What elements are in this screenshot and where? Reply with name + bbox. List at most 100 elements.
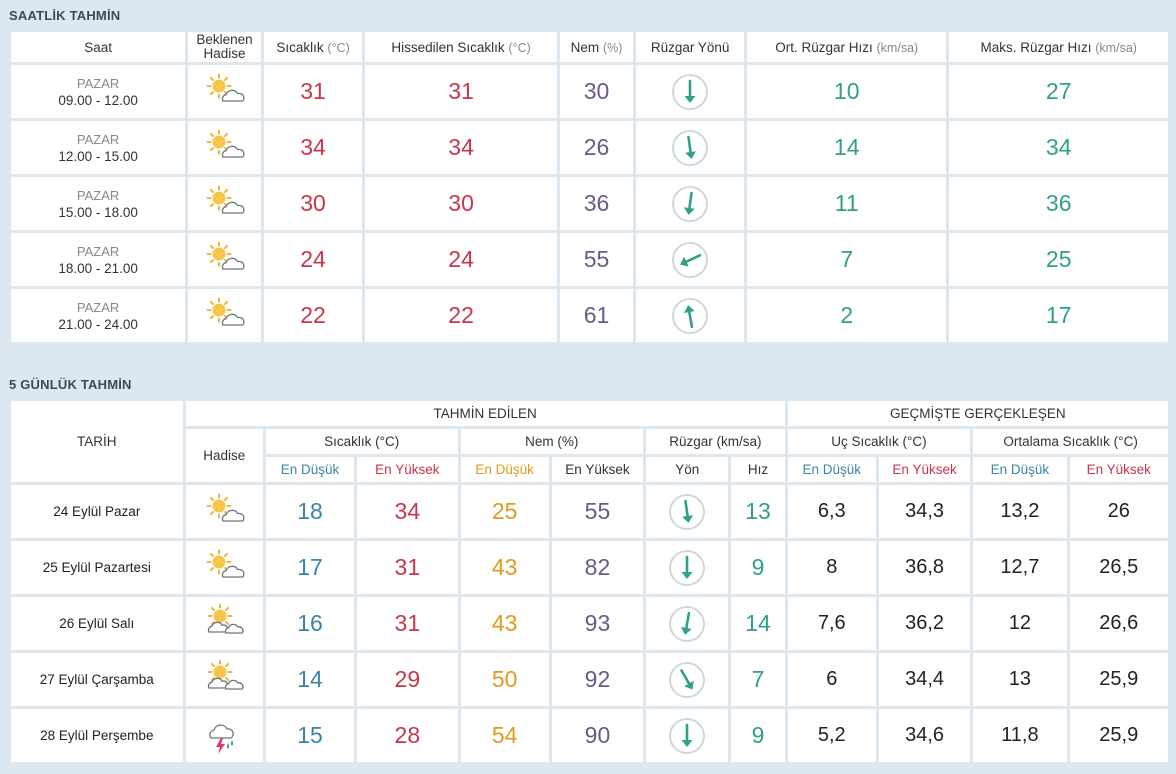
header-wind-speed: Hız [731, 457, 785, 482]
header-temp-unit: (°C) [327, 40, 350, 55]
wind-max-value: 34 [949, 121, 1168, 174]
temp-high-value: 29 [357, 653, 458, 706]
temp-high-value: 31 [357, 541, 458, 594]
period-time: 12.00 - 15.00 [58, 148, 138, 164]
period-cell: PAZAR 12.00 - 15.00 [11, 121, 186, 174]
humidity-value: 30 [559, 65, 634, 118]
header-feels-label: Hissedilen Sıcaklık [391, 39, 505, 55]
wind-direction-arrow-icon [667, 604, 707, 644]
avg-high-value: 26,6 [1069, 597, 1168, 650]
period-day: PAZAR [76, 187, 120, 203]
header-forecast: TAHMİN EDİLEN [185, 401, 785, 426]
period-time: 09.00 - 12.00 [58, 92, 138, 108]
avg-low-value: 12 [973, 597, 1067, 650]
extreme-high-value: 34,4 [878, 653, 971, 706]
temp-high-value: 31 [357, 597, 458, 650]
header-temp-low: En Düşük [265, 457, 355, 482]
wind-dir-cell [636, 177, 745, 230]
header-date: TARİH [11, 401, 183, 482]
humidity-high-value: 92 [551, 653, 644, 706]
partly-cloudy-icon [203, 492, 245, 532]
event-cell [188, 233, 261, 286]
mostly-cloudy-icon [203, 659, 245, 700]
daily-header-row-3: En Düşük En Yüksek En Düşük En Yüksek Yö… [11, 457, 1168, 482]
header-humidity: Nem (%) [460, 429, 644, 454]
table-row: 25 Eylül Pazartesi 17 31 43 82 9 8 36,8 … [11, 541, 1168, 594]
temp-value: 24 [263, 233, 363, 286]
daily-forecast-table: TARİH TAHMİN EDİLEN GEÇMİŞTE GERÇEKLEŞEN… [8, 398, 1171, 765]
header-extreme-high: En Yüksek [878, 457, 971, 482]
wind-dir-cell [636, 233, 745, 286]
avg-low-value: 11,8 [973, 709, 1067, 762]
table-row: PAZAR 18.00 - 21.00 24 24 55 7 25 [11, 233, 1168, 286]
wind-speed-value: 7 [731, 653, 785, 706]
event-cell [185, 597, 263, 650]
header-feels: Hissedilen Sıcaklık (°C) [365, 32, 557, 62]
period-day: PAZAR [76, 75, 120, 91]
daily-header-row-2: Hadise Sıcaklık (°C) Nem (%) Rüzgar (km/… [11, 429, 1168, 482]
wind-direction-arrow-icon [670, 240, 710, 280]
wind-dir-cell [636, 65, 745, 118]
temp-value: 31 [263, 65, 363, 118]
table-row: 24 Eylül Pazar 18 34 25 55 13 6,3 34,3 1… [11, 485, 1168, 538]
header-extreme-low: En Düşük [787, 457, 876, 482]
wind-direction-arrow-icon [667, 660, 707, 700]
event-cell [185, 541, 263, 594]
header-wind-direction: Yön [646, 457, 729, 482]
header-wind-avg: Ort. Rüzgar Hızı (km/sa) [747, 32, 947, 62]
table-row: PAZAR 12.00 - 15.00 34 34 26 14 34 [11, 121, 1168, 174]
humidity-value: 55 [559, 233, 634, 286]
humidity-high-value: 82 [551, 541, 644, 594]
date-value: 24 Eylül Pazar [11, 485, 183, 538]
temp-value: 30 [263, 177, 363, 230]
humidity-low-value: 50 [460, 653, 549, 706]
humidity-low-value: 25 [460, 485, 549, 538]
wind-avg-value: 7 [747, 233, 947, 286]
table-row: PAZAR 15.00 - 18.00 30 30 36 11 36 [11, 177, 1168, 230]
extreme-high-value: 36,8 [878, 541, 971, 594]
extreme-low-value: 5,2 [787, 709, 876, 762]
wind-dir-cell [646, 709, 729, 762]
wind-avg-value: 14 [747, 121, 947, 174]
feels-value: 22 [365, 289, 557, 342]
wind-speed-value: 13 [731, 485, 785, 538]
header-humidity-unit: (%) [602, 40, 623, 55]
humidity-value: 26 [559, 121, 634, 174]
header-temp: Sıcaklık (°C) [265, 429, 458, 454]
wind-dir-cell [636, 289, 745, 342]
header-humidity: Nem (%) [559, 32, 634, 62]
header-wind-max-label: Maks. Rüzgar Hızı [980, 39, 1092, 55]
humidity-low-value: 43 [460, 597, 549, 650]
header-event: Hadise [185, 429, 263, 482]
event-cell [188, 121, 261, 174]
wind-direction-arrow-icon [670, 128, 710, 168]
feels-value: 30 [365, 177, 557, 230]
header-avg-temp: Ortalama Sıcaklık (°C) [973, 429, 1168, 454]
temp-low-value: 14 [265, 653, 355, 706]
extreme-high-value: 34,6 [878, 709, 971, 762]
wind-avg-value: 2 [747, 289, 947, 342]
date-value: 28 Eylül Perşembe [11, 709, 183, 762]
wind-max-value: 36 [949, 177, 1168, 230]
humidity-value: 36 [559, 177, 634, 230]
period-cell: PAZAR 15.00 - 18.00 [11, 177, 186, 230]
header-avg-high: En Yüksek [1069, 457, 1168, 482]
wind-speed-value: 9 [731, 541, 785, 594]
header-avg-low: En Düşük [973, 457, 1067, 482]
temp-low-value: 15 [265, 709, 355, 762]
hourly-header-row: Saat Beklenen Hadise Sıcaklık (°C) Hisse… [11, 32, 1168, 62]
partly-cloudy-icon [203, 296, 246, 336]
period-day: PAZAR [76, 131, 120, 147]
table-row: 26 Eylül Salı 16 31 43 93 14 7,6 36,2 12… [11, 597, 1168, 650]
header-wind-dir: Rüzgar Yönü [636, 32, 745, 62]
header-extreme-temp: Uç Sıcaklık (°C) [787, 429, 971, 454]
partly-cloudy-icon [203, 240, 246, 280]
header-observed: GEÇMİŞTE GERÇEKLEŞEN [787, 401, 1168, 426]
period-time: 15.00 - 18.00 [58, 204, 138, 220]
header-wind-avg-label: Ort. Rüzgar Hızı [775, 39, 873, 55]
header-wind: Rüzgar (km/sa) [646, 429, 785, 454]
event-cell [188, 289, 261, 342]
partly-cloudy-icon [203, 548, 245, 588]
period-time: 18.00 - 21.00 [58, 260, 138, 276]
wind-avg-value: 10 [747, 65, 947, 118]
